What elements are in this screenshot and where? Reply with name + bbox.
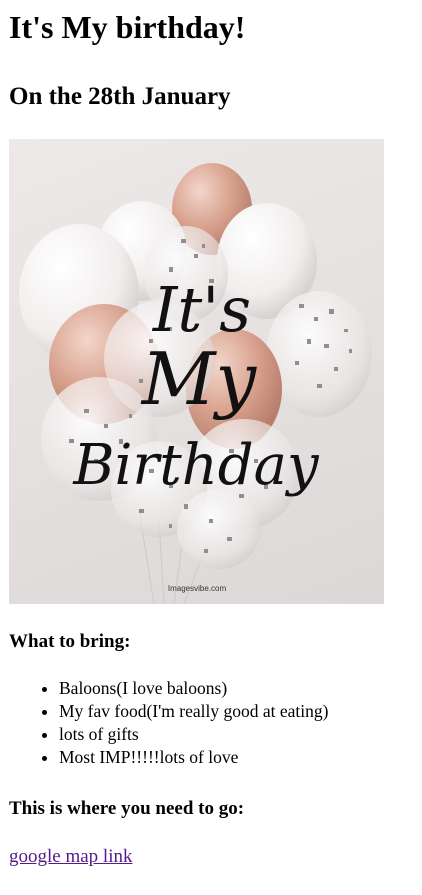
birthday-balloons-image: It's My Birthday Imagesvibe.com bbox=[9, 139, 384, 604]
list-item: Baloons(I love baloons) bbox=[59, 677, 413, 700]
bring-heading: What to bring: bbox=[9, 631, 131, 652]
page-content: It's My birthday! On the 28th January It… bbox=[0, 0, 422, 868]
confetti-balloon bbox=[177, 489, 261, 569]
balloons-illustration: It's My Birthday Imagesvibe.com bbox=[19, 163, 372, 604]
location-heading: This is where you need to go: bbox=[9, 798, 245, 819]
page-title: It's My birthday! bbox=[9, 9, 246, 45]
list-item: Most IMP!!!!!lots of love bbox=[59, 746, 413, 769]
google-map-link[interactable]: google map link bbox=[9, 846, 132, 868]
overlay-text-its: It's bbox=[152, 273, 251, 346]
overlay-text-birthday: Birthday bbox=[72, 433, 320, 498]
list-item: My fav food(I'm really good at eating) bbox=[59, 700, 413, 723]
overlay-text-my: My bbox=[140, 337, 258, 421]
list-item: lots of gifts bbox=[59, 723, 413, 746]
confetti-balloon bbox=[266, 291, 372, 417]
page-subtitle: On the 28th January bbox=[9, 83, 231, 110]
bring-list: Baloons(I love baloons) My fav food(I'm … bbox=[9, 677, 413, 769]
image-watermark: Imagesvibe.com bbox=[168, 584, 227, 593]
